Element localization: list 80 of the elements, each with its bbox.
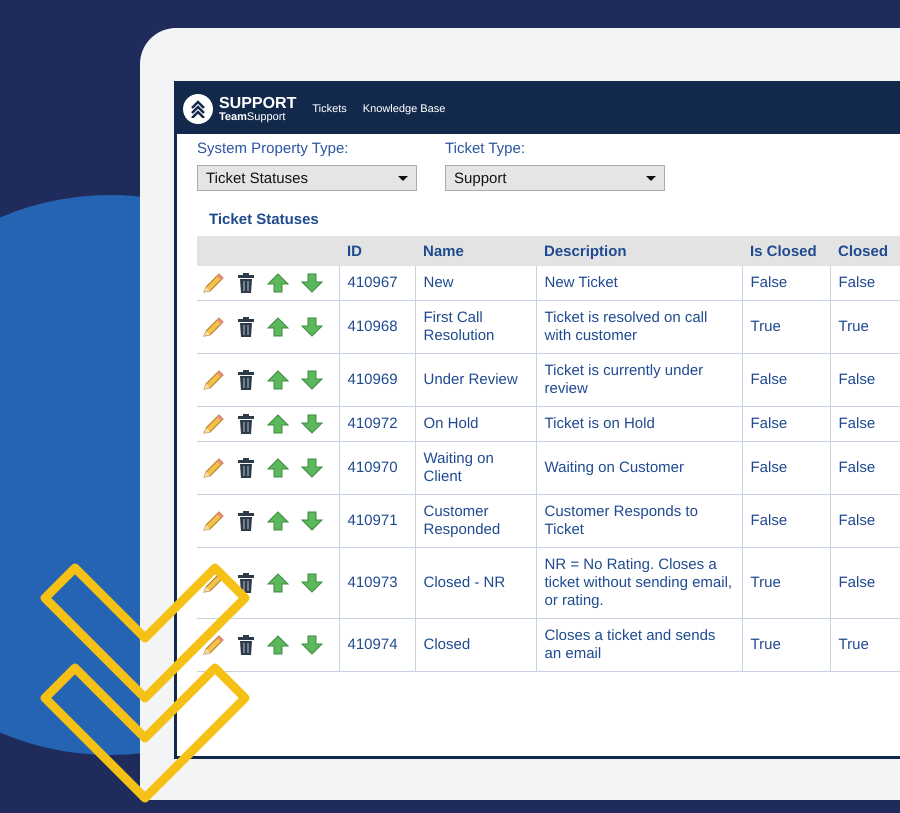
table-cell: Ticket is currently under review	[536, 354, 742, 406]
pencil-icon[interactable]	[201, 510, 225, 532]
table-cell: False	[742, 266, 830, 300]
trash-icon[interactable]	[237, 317, 255, 337]
down-arrow-icon[interactable]	[301, 370, 323, 390]
trash-icon[interactable]	[237, 573, 255, 593]
table-cell: NR = No Rating. Closes a ticket without sending email, or rating.	[536, 548, 742, 618]
table-cell: True	[742, 300, 830, 354]
nav-link[interactable]: Knowledge Base	[362, 103, 446, 115]
up-arrow-icon[interactable]	[267, 317, 289, 337]
up-arrow-icon[interactable]	[267, 635, 289, 655]
table-cell: First Call Resolution	[415, 300, 536, 354]
pencil-icon[interactable]	[201, 369, 225, 391]
table-cell: Closed - NR	[415, 548, 536, 618]
table-cell: 410968	[339, 300, 415, 354]
down-arrow-icon[interactable]	[301, 458, 323, 478]
table-cell: New	[415, 266, 536, 300]
trash-icon[interactable]	[237, 458, 255, 478]
up-arrow-icon[interactable]	[267, 414, 289, 434]
table-cell: Ticket is on Hold	[536, 406, 742, 442]
table-cell: 410969	[339, 354, 415, 406]
section-title: Ticket Statuses	[209, 211, 320, 228]
table-cell: Customer Responded	[415, 494, 536, 548]
column-header: Name	[415, 236, 536, 266]
down-arrow-icon[interactable]	[301, 273, 323, 293]
table-cell: False	[742, 406, 830, 442]
filter-label: System Property Type:	[197, 140, 350, 157]
down-arrow-icon[interactable]	[301, 511, 323, 531]
table-cell: True	[742, 618, 830, 672]
column-header: Closed	[830, 236, 900, 266]
down-arrow-icon[interactable]	[301, 573, 323, 593]
table-cell: 410970	[339, 442, 415, 494]
pencil-icon[interactable]	[201, 457, 225, 479]
dropdown[interactable]: Support	[445, 165, 665, 191]
table-cell: Waiting on Customer	[536, 442, 742, 494]
trash-icon[interactable]	[237, 414, 255, 434]
filter-label: Ticket Type:	[445, 140, 526, 157]
column-header: ID	[339, 236, 415, 266]
pencil-icon[interactable]	[201, 634, 225, 656]
caret-icon	[398, 176, 408, 180]
column-header: Description	[536, 236, 742, 266]
trash-icon[interactable]	[237, 370, 255, 390]
table-cell: 410967	[339, 266, 415, 300]
table-cell: Waiting on Client	[415, 442, 536, 494]
down-arrow-icon[interactable]	[301, 317, 323, 337]
table-cell: 410971	[339, 494, 415, 548]
table-cell: New Ticket	[536, 266, 742, 300]
table-cell: Under Review	[415, 354, 536, 406]
table-cell: True	[742, 548, 830, 618]
pencil-icon[interactable]	[201, 272, 225, 294]
table-cell: False	[742, 494, 830, 548]
table-cell: 410973	[339, 548, 415, 618]
logo-subtitle: TeamSupport	[219, 112, 286, 122]
up-arrow-icon[interactable]	[267, 511, 289, 531]
nav-link[interactable]: Tickets	[312, 103, 347, 115]
table-cell: False	[742, 442, 830, 494]
column-header: Is Closed	[742, 236, 830, 266]
table-cell: On Hold	[415, 406, 536, 442]
up-arrow-icon[interactable]	[267, 573, 289, 593]
table-cell: False	[742, 354, 830, 406]
trash-icon[interactable]	[237, 635, 255, 655]
logo-title: SUPPORT	[219, 96, 296, 112]
dropdown[interactable]: Ticket Statuses	[197, 165, 417, 191]
down-arrow-icon[interactable]	[301, 635, 323, 655]
table-cell: 410974	[339, 618, 415, 672]
table-cell: Ticket is resolved on call with customer	[536, 300, 742, 354]
table-cell: Closed	[415, 618, 536, 672]
pencil-icon[interactable]	[201, 316, 225, 338]
up-arrow-icon[interactable]	[267, 458, 289, 478]
up-arrow-icon[interactable]	[267, 273, 289, 293]
trash-icon[interactable]	[237, 511, 255, 531]
trash-icon[interactable]	[237, 273, 255, 293]
down-arrow-icon[interactable]	[301, 414, 323, 434]
table-cell: Customer Responds to Ticket	[536, 494, 742, 548]
logo-icon	[183, 94, 213, 124]
table-cell: Closes a ticket and sends an email	[536, 618, 742, 672]
pencil-icon[interactable]	[201, 413, 225, 435]
up-arrow-icon[interactable]	[267, 370, 289, 390]
caret-icon	[646, 176, 656, 180]
table-cell: 410972	[339, 406, 415, 442]
